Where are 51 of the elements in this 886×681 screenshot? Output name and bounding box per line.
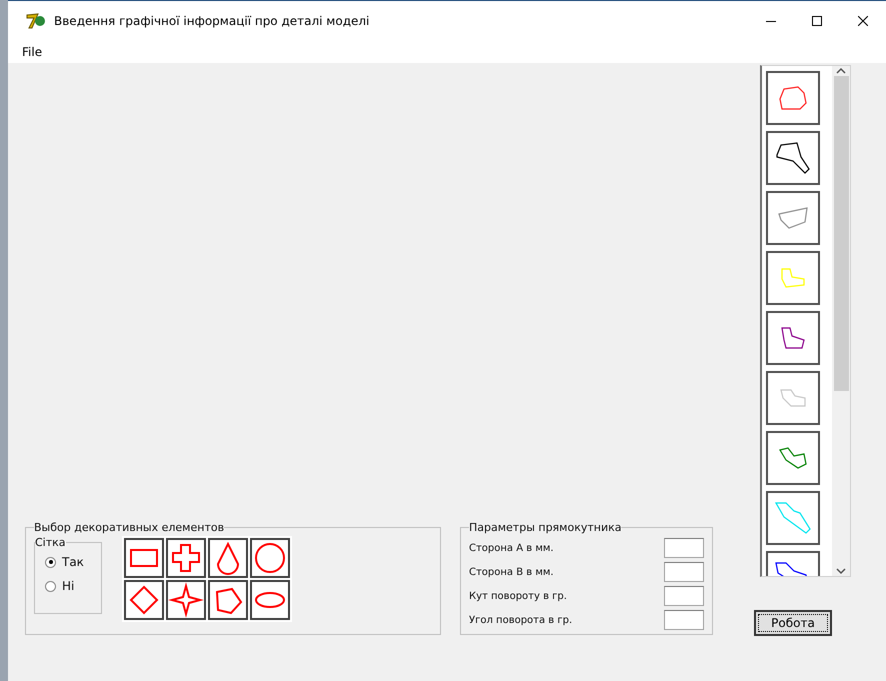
run-button[interactable]: Робота bbox=[754, 610, 832, 636]
field-label: Сторона В в мм. bbox=[469, 566, 554, 578]
outline-icon bbox=[779, 447, 807, 469]
decor-tile[interactable] bbox=[250, 538, 290, 578]
outline-icon bbox=[775, 502, 811, 534]
app-logo-icon bbox=[26, 12, 46, 30]
decor-tile[interactable] bbox=[208, 580, 248, 620]
field-label: Кут повороту в гр. bbox=[469, 590, 567, 602]
radio-label: Так bbox=[62, 555, 84, 569]
group-title: Параметры прямокутника bbox=[469, 521, 622, 534]
part-thumbnail[interactable] bbox=[766, 431, 820, 485]
decor-tile[interactable] bbox=[124, 580, 164, 620]
outline-icon bbox=[780, 389, 806, 407]
menu-item[interactable]: File bbox=[22, 45, 42, 59]
part-thumbnail[interactable] bbox=[766, 131, 820, 185]
scroll-up-icon bbox=[836, 66, 846, 76]
part-thumbnail[interactable] bbox=[766, 371, 820, 425]
scrollbar-thumb[interactable] bbox=[834, 76, 848, 391]
close-icon bbox=[858, 16, 868, 26]
radio-option[interactable]: Ні bbox=[35, 573, 101, 597]
outline-icon bbox=[776, 142, 810, 174]
input-field[interactable] bbox=[664, 586, 704, 606]
decor-tile[interactable] bbox=[124, 538, 164, 578]
decor-tile[interactable] bbox=[250, 580, 290, 620]
input-field[interactable] bbox=[664, 610, 704, 630]
outline-icon bbox=[779, 86, 807, 110]
minimize-icon bbox=[766, 20, 776, 22]
radio-label: Ні bbox=[62, 579, 74, 593]
part-thumbnail[interactable] bbox=[766, 311, 820, 365]
group-title: Сітка bbox=[35, 536, 66, 549]
outline-icon bbox=[781, 268, 805, 288]
part-thumbnail[interactable] bbox=[766, 71, 820, 125]
scroll-down-icon bbox=[836, 566, 846, 576]
radio-option[interactable]: Так bbox=[35, 549, 101, 573]
window-title: Введення графічної інформації про деталі моделі bbox=[54, 14, 370, 28]
part-thumbnail[interactable] bbox=[766, 191, 820, 245]
star-icon bbox=[168, 582, 204, 618]
decor-tile[interactable] bbox=[166, 538, 206, 578]
input-field[interactable] bbox=[664, 562, 704, 582]
field-label: Сторона А в мм. bbox=[469, 542, 554, 554]
part-thumbnail[interactable] bbox=[766, 251, 820, 305]
part-thumbnail[interactable] bbox=[766, 491, 820, 545]
decor-tile[interactable] bbox=[208, 538, 248, 578]
maximize-icon bbox=[812, 16, 822, 26]
group-title: Выбор декоративных елементов bbox=[34, 521, 224, 534]
field-label: Угол поворота в гр. bbox=[469, 614, 572, 626]
outline-icon bbox=[781, 327, 805, 349]
circle-icon bbox=[252, 540, 288, 576]
decor-tile[interactable] bbox=[166, 580, 206, 620]
input-field[interactable] bbox=[664, 538, 704, 558]
outline-icon bbox=[778, 207, 808, 229]
